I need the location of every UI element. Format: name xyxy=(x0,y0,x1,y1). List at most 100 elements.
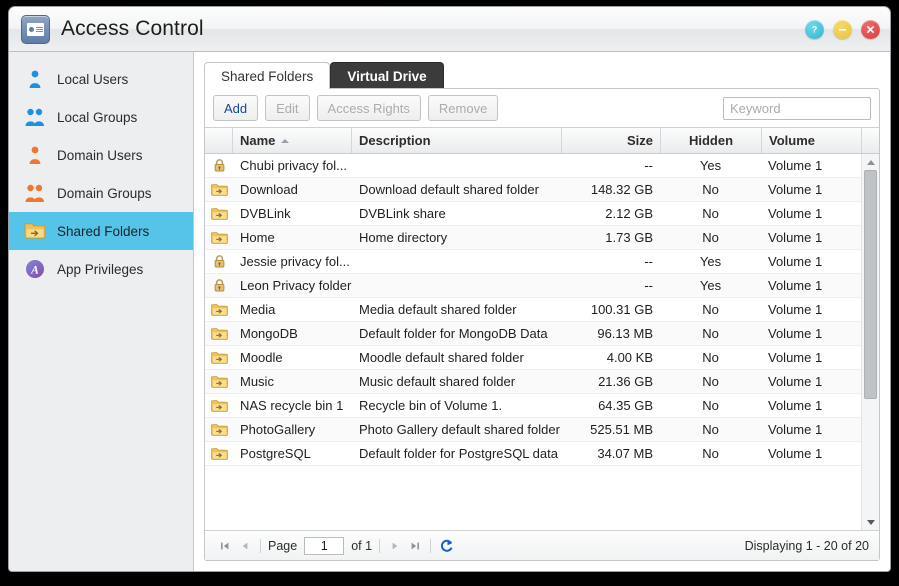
pager-divider-refresh xyxy=(430,538,432,553)
folder-icon xyxy=(205,394,233,417)
table-scrollbar[interactable] xyxy=(861,154,879,530)
page-number-input[interactable] xyxy=(304,536,345,555)
cell-volume: Volume 1 xyxy=(768,230,823,245)
previous-page-button[interactable] xyxy=(235,536,255,556)
cell-hidden: No xyxy=(702,350,719,365)
scroll-down-button[interactable] xyxy=(862,514,879,530)
cell-name: Download xyxy=(240,182,298,197)
scrollbar-track[interactable] xyxy=(862,170,879,514)
window-controls: ? xyxy=(805,19,880,39)
folder-icon xyxy=(205,346,233,369)
sidebar-item-local-groups[interactable]: Local Groups xyxy=(9,98,193,136)
table-row[interactable]: Media Media default shared folder 100.31 G… xyxy=(205,298,861,322)
sidebar-item-local-users[interactable]: Local Users xyxy=(9,60,193,98)
lock-icon xyxy=(205,250,233,273)
pager-divider-right xyxy=(379,538,381,553)
cell-volume: Volume 1 xyxy=(768,182,823,197)
sidebar-item-shared-folders[interactable]: Shared Folders xyxy=(9,212,193,250)
table-row[interactable]: PostgreSQL Default folder for PostgreSQL … xyxy=(205,442,861,466)
cell-size: 4.00 KB xyxy=(606,350,653,365)
table-row[interactable]: NAS recycle bin 1 Recycle bin of Volume 1… xyxy=(205,394,861,418)
column-header-label: Volume xyxy=(769,133,815,148)
column-header-spacer xyxy=(862,128,879,153)
sidebar: Local Users Local Groups Domain Users Do… xyxy=(9,52,194,571)
column-header-description[interactable]: Description xyxy=(352,128,562,153)
cell-hidden: No xyxy=(702,302,719,317)
cell-volume: Volume 1 xyxy=(768,374,823,389)
table-row[interactable]: Moodle Moodle default shared folder 4.00 K… xyxy=(205,346,861,370)
table-row[interactable]: Home Home directory 1.73 GB No Volume 1 xyxy=(205,226,861,250)
table-row[interactable]: Jessie privacy fol... -- Yes Volume 1 xyxy=(205,250,861,274)
help-button[interactable]: ? xyxy=(805,19,824,39)
tab-bar: Shared Folders Virtual Drive xyxy=(204,61,444,89)
cell-volume: Volume 1 xyxy=(768,302,823,317)
scrollbar-thumb[interactable] xyxy=(864,170,877,400)
table-row[interactable]: Music Music default shared folder 21.36 GB… xyxy=(205,370,861,394)
shared-folder-icon xyxy=(23,222,47,240)
cell-hidden: Yes xyxy=(699,254,722,269)
pager-divider-left xyxy=(260,538,261,553)
cell-name: Music xyxy=(240,374,274,389)
cell-description xyxy=(352,250,561,273)
folder-icon xyxy=(205,298,233,321)
column-header-hidden[interactable]: Hidden xyxy=(661,128,762,153)
access-rights-button[interactable]: Access Rights xyxy=(316,95,421,121)
close-button[interactable] xyxy=(861,19,880,39)
first-page-button[interactable] xyxy=(215,536,235,556)
scroll-up-button[interactable] xyxy=(862,154,879,170)
remove-button[interactable]: Remove xyxy=(427,95,499,121)
cell-volume: Volume 1 xyxy=(768,422,823,437)
next-page-button[interactable] xyxy=(385,536,405,556)
cell-volume: Volume 1 xyxy=(768,158,823,173)
cell-description xyxy=(352,274,561,297)
users-blue-icon xyxy=(23,108,47,127)
cell-name: Jessie privacy fol... xyxy=(240,254,350,269)
table-row[interactable]: Chubi privacy fol... -- Yes Volume 1 xyxy=(205,154,861,178)
edit-button[interactable]: Edit xyxy=(265,95,310,121)
table-row[interactable]: Leon Privacy folder -- Yes Volume 1 xyxy=(205,274,861,298)
table-row[interactable]: PhotoGallery Photo Gallery default shared… xyxy=(205,418,861,442)
cell-name: Leon Privacy folder xyxy=(240,278,352,293)
users-orange-icon xyxy=(23,184,47,203)
cell-size: 1.73 GB xyxy=(605,230,653,245)
sidebar-item-domain-groups[interactable]: Domain Groups xyxy=(9,174,193,212)
user-blue-icon xyxy=(23,70,47,89)
search-input[interactable] xyxy=(723,96,871,120)
cell-hidden: No xyxy=(702,446,719,461)
cell-hidden: No xyxy=(702,182,719,197)
sidebar-item-label: App Privileges xyxy=(57,261,144,277)
minimize-button[interactable] xyxy=(833,19,852,39)
cell-description xyxy=(352,154,561,177)
cell-size: 21.36 GB xyxy=(598,374,653,389)
cell-name: MongoDB xyxy=(240,326,298,341)
cell-description: DVBLink share xyxy=(359,206,446,221)
sidebar-item-label: Domain Groups xyxy=(57,185,152,201)
cell-name: DVBLink xyxy=(240,206,291,221)
app-privileges-icon: A xyxy=(23,259,47,279)
window-content: Local Users Local Groups Domain Users Do… xyxy=(9,52,890,571)
sidebar-item-app-privileges[interactable]: A App Privileges xyxy=(9,250,193,288)
cell-size: 148.32 GB xyxy=(590,182,653,197)
folder-icon xyxy=(205,178,233,201)
table-row[interactable]: MongoDB Default folder for MongoDB Data 96… xyxy=(205,322,861,346)
sidebar-item-domain-users[interactable]: Domain Users xyxy=(9,136,193,174)
refresh-button[interactable] xyxy=(440,539,454,553)
table-row[interactable]: Download Download default shared folder 14… xyxy=(205,178,861,202)
column-header-size[interactable]: Size xyxy=(562,128,661,153)
column-header-name[interactable]: Name xyxy=(233,128,352,153)
cell-size: 34.07 MB xyxy=(597,446,653,461)
cell-description: Media default shared folder xyxy=(359,302,517,317)
tab-virtual-drive[interactable]: Virtual Drive xyxy=(330,62,444,89)
toolbar: Add Edit Access Rights Remove xyxy=(205,89,879,127)
column-header-label: Description xyxy=(359,133,431,148)
lock-icon xyxy=(205,154,233,177)
column-header-volume[interactable]: Volume xyxy=(762,128,862,153)
add-button[interactable]: Add xyxy=(213,95,259,121)
table-row[interactable]: DVBLink DVBLink share 2.12 GB No Volume 1 xyxy=(205,202,861,226)
cell-name: Moodle xyxy=(240,350,283,365)
tab-shared-folders[interactable]: Shared Folders xyxy=(204,62,331,89)
access-rights-button-label: Access Rights xyxy=(327,100,410,116)
lock-icon xyxy=(205,274,233,297)
cell-description: Default folder for PostgreSQL data xyxy=(359,446,558,461)
last-page-button[interactable] xyxy=(405,536,425,556)
